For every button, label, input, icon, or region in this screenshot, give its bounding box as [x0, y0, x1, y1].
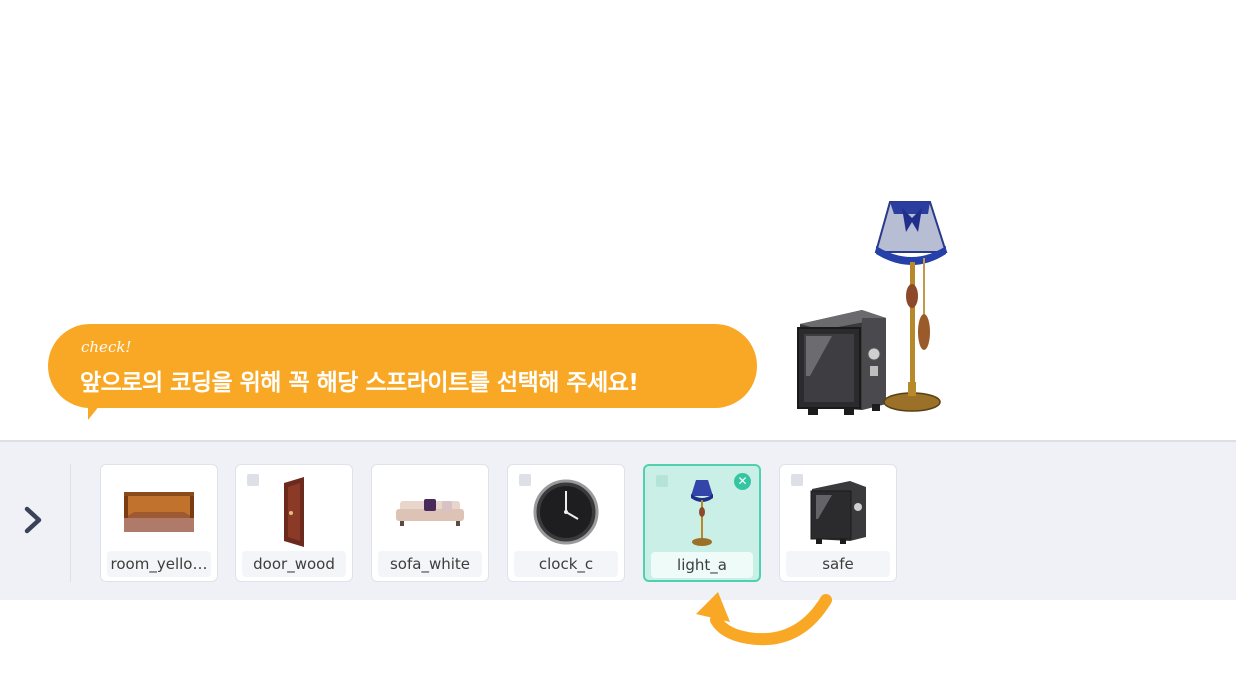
sprite-name: light_a — [651, 552, 753, 578]
guide-message: 앞으로의 코딩을 위해 꼭 해당 스프라이트를 선택해 주세요! — [80, 370, 639, 396]
sprite-name: sofa_white — [378, 551, 482, 577]
stage-canvas[interactable]: check! 앞으로의 코딩을 위해 꼭 해당 스프라이트를 선택해 주세요! — [0, 0, 1236, 441]
bubble-tail — [88, 400, 104, 420]
sofa-thumbnail-icon — [372, 473, 488, 551]
sprite-card-clock[interactable]: clock_c — [507, 464, 625, 582]
sprite-name: room_yello… — [107, 551, 211, 577]
check-label: check! — [81, 338, 132, 356]
sprite-name: safe — [786, 551, 890, 577]
sprite-card-safe[interactable]: safe — [779, 464, 897, 582]
sprite-card-light[interactable]: ✕ light_a — [643, 464, 761, 582]
safe-thumbnail-icon — [780, 473, 896, 551]
room-thumbnail-icon — [101, 473, 217, 551]
door-thumbnail-icon — [236, 473, 352, 551]
hint-arrow-icon — [696, 592, 832, 646]
lamp-sprite[interactable] — [872, 196, 952, 416]
sprite-name: door_wood — [242, 551, 346, 577]
sprite-card-door[interactable]: door_wood — [235, 464, 353, 582]
lamp-thumbnail-icon — [645, 474, 759, 552]
sprite-card-room[interactable]: room_yello… — [100, 464, 218, 582]
sprite-name: clock_c — [514, 551, 618, 577]
sprite-card-sofa[interactable]: sofa_white — [371, 464, 489, 582]
chevron-right-icon[interactable] — [18, 503, 48, 537]
bar-separator — [70, 464, 71, 582]
clock-thumbnail-icon — [508, 473, 624, 551]
